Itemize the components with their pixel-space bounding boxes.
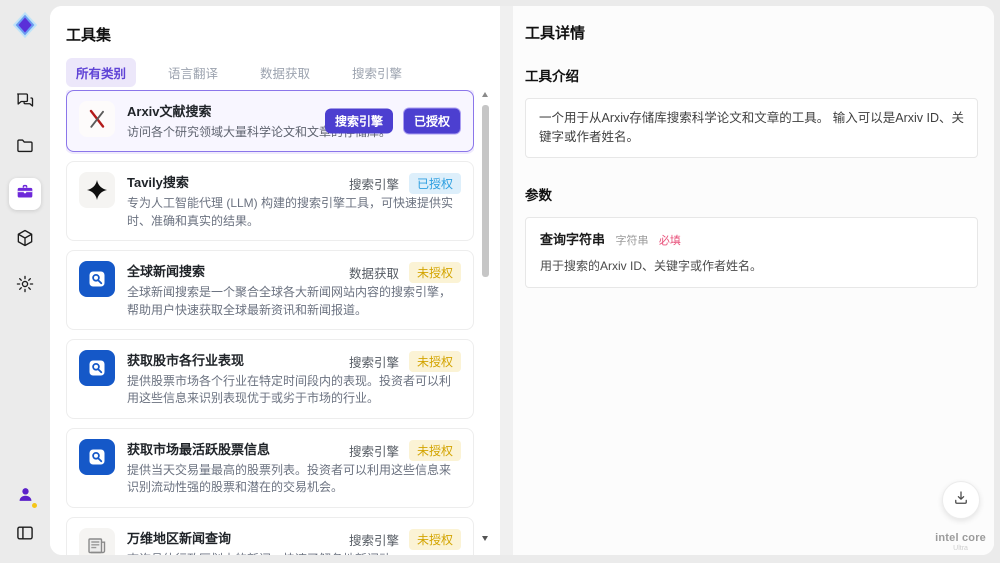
tab-all-categories[interactable]: 所有类别	[66, 58, 137, 87]
intel-core-logo: intel core Ultra	[935, 532, 986, 553]
params-heading: 参数	[525, 187, 552, 203]
tool-badges: 搜索引擎 未授权	[348, 439, 461, 461]
rail-nav	[9, 86, 41, 302]
briefcase-icon	[15, 182, 35, 207]
tool-card-tavily[interactable]: Tavily搜索 专为人工智能代理 (LLM) 构建的搜索引擎工具，可快速提供实…	[66, 161, 474, 242]
sidebar-item-files[interactable]	[9, 132, 41, 164]
tab-language-translation[interactable]: 语言翻译	[158, 58, 228, 87]
toolset-pane: 工具集 所有类别 语言翻译 数据获取 搜索引擎 Arxiv文献搜索 访问各个研究…	[50, 6, 500, 555]
category-label: 搜索引擎	[348, 178, 399, 193]
brand-text: intel core	[935, 532, 986, 545]
tool-description: 提供当天交易量最高的股票列表。投资者可以利用这些信息来识别流动性强的股票和潜在的…	[127, 462, 452, 495]
tool-badges: 数据获取 未授权	[348, 262, 461, 284]
category-label: 搜索引擎	[348, 444, 399, 459]
intro-heading: 工具介绍	[525, 69, 579, 84]
details-title: 工具详情	[525, 25, 586, 42]
brand-subtext: Ultra	[953, 544, 968, 552]
category-label: 数据获取	[348, 267, 399, 282]
parameter-type: 字符串	[615, 234, 649, 247]
tool-badges: 搜索引擎 未授权	[348, 350, 461, 372]
main-panel: 工具集 所有类别 语言翻译 数据获取 搜索引擎 Arxiv文献搜索 访问各个研究…	[50, 6, 994, 555]
left-rail	[0, 0, 50, 563]
tool-badges: 搜索引擎 未授权	[348, 528, 461, 550]
auth-status-badge: 已授权	[408, 173, 461, 195]
scroll-down-arrow-icon[interactable]	[482, 536, 488, 541]
tool-card-arxiv[interactable]: Arxiv文献搜索 访问各个研究领域大量科学论文和文章的存储库。 搜索引擎 已授…	[66, 90, 474, 153]
sidebar-item-toolbox[interactable]	[9, 178, 41, 210]
gear-icon	[15, 274, 35, 299]
tool-card-regional-news[interactable]: 万维地区新闻查询 查询具体行政区划内的新闻，快速了解各地新闻动 搜索引擎 未授权	[66, 516, 474, 555]
auth-status-badge: 未授权	[408, 439, 461, 461]
tool-description: 查询具体行政区划内的新闻，快速了解各地新闻动	[127, 551, 461, 555]
parameter-name: 查询字符串	[540, 231, 606, 247]
parameter-description: 用于搜索的Arxiv ID、关键字或作者姓名。	[540, 258, 763, 273]
scroll-up-arrow-icon[interactable]	[482, 92, 488, 97]
sidebar-item-panel-toggle[interactable]	[9, 519, 41, 551]
rail-bottom	[9, 481, 41, 551]
panel-icon	[15, 523, 35, 548]
arxiv-icon	[79, 101, 115, 137]
tool-description: 提供股票市场各个行业在特定时间段内的表现。投资者可以利用这些信息来识别表现优于或…	[127, 373, 452, 406]
category-tabs: 所有类别 语言翻译 数据获取 搜索引擎	[66, 58, 412, 87]
download-icon	[952, 489, 970, 512]
sidebar-item-models[interactable]	[9, 224, 41, 256]
sidebar-item-chat[interactable]	[9, 86, 41, 118]
tool-details-pane: 工具详情 工具介绍 一个用于从Arxiv存储库搜索科学论文和文章的工具。 输入可…	[513, 6, 994, 555]
tool-card-active-stocks[interactable]: 获取市场最活跃股票信息 提供当天交易量最高的股票列表。投资者可以利用这些信息来识…	[66, 427, 474, 508]
auth-status-badge: 未授权	[408, 528, 461, 550]
tool-card-global-news[interactable]: 全球新闻搜索 全球新闻搜索是一个聚合全球各大新闻网站内容的搜索引擎，帮助用户快速…	[66, 250, 474, 330]
tab-search-engine[interactable]: 搜索引擎	[342, 58, 412, 87]
auth-status-badge: 未授权	[408, 262, 461, 284]
cube-icon	[15, 228, 35, 253]
stock-search-icon	[79, 349, 115, 386]
auth-status-badge: 已授权	[402, 107, 461, 135]
tool-badges: 搜索引擎 已授权	[324, 107, 461, 135]
tool-intro-text: 一个用于从Arxiv存储库搜索科学论文和文章的工具。 输入可以是Arxiv ID…	[539, 111, 965, 144]
tool-badges: 搜索引擎 已授权	[348, 173, 461, 195]
stock-search-icon	[79, 438, 115, 475]
tab-data-fetch[interactable]: 数据获取	[250, 58, 320, 87]
toolset-title: 工具集	[66, 27, 112, 44]
category-badge: 搜索引擎	[324, 108, 393, 134]
pane-divider	[500, 6, 513, 555]
tool-intro-box: 一个用于从Arxiv存储库搜索科学论文和文章的工具。 输入可以是Arxiv ID…	[525, 98, 978, 158]
tool-list: Arxiv文献搜索 访问各个研究领域大量科学论文和文章的存储库。 搜索引擎 已授…	[66, 90, 474, 555]
category-label: 搜索引擎	[348, 533, 399, 548]
tool-list-scrollbar[interactable]	[482, 92, 489, 541]
parameter-required-badge: 必填	[658, 234, 681, 247]
parameter-card: 查询字符串 字符串 必填 用于搜索的Arxiv ID、关键字或作者姓名。	[525, 216, 978, 289]
newspaper-icon	[79, 527, 115, 555]
app-logo-icon	[10, 10, 40, 40]
tool-description: 全球新闻搜索是一个聚合全球各大新闻网站内容的搜索引擎，帮助用户快速获取全球最新资…	[127, 285, 452, 317]
notification-dot	[32, 503, 37, 508]
sidebar-item-profile[interactable]	[9, 481, 41, 513]
news-search-icon	[79, 261, 115, 298]
sidebar-item-settings[interactable]	[9, 270, 41, 302]
chat-icon	[15, 90, 35, 115]
tool-description: 专为人工智能代理 (LLM) 构建的搜索引擎工具，可快速提供实时、准确和真实的结…	[127, 196, 454, 228]
download-button[interactable]	[942, 481, 980, 519]
tavily-star-icon	[79, 172, 115, 209]
auth-status-badge: 未授权	[408, 350, 461, 372]
tool-card-stock-sectors[interactable]: 获取股市各行业表现 提供股票市场各个行业在特定时间段内的表现。投资者可以利用这些…	[66, 338, 474, 419]
category-label: 搜索引擎	[348, 355, 399, 370]
scrollbar-thumb[interactable]	[482, 105, 489, 277]
folder-icon	[15, 136, 35, 161]
parameter-header: 查询字符串 字符串 必填	[540, 229, 963, 249]
